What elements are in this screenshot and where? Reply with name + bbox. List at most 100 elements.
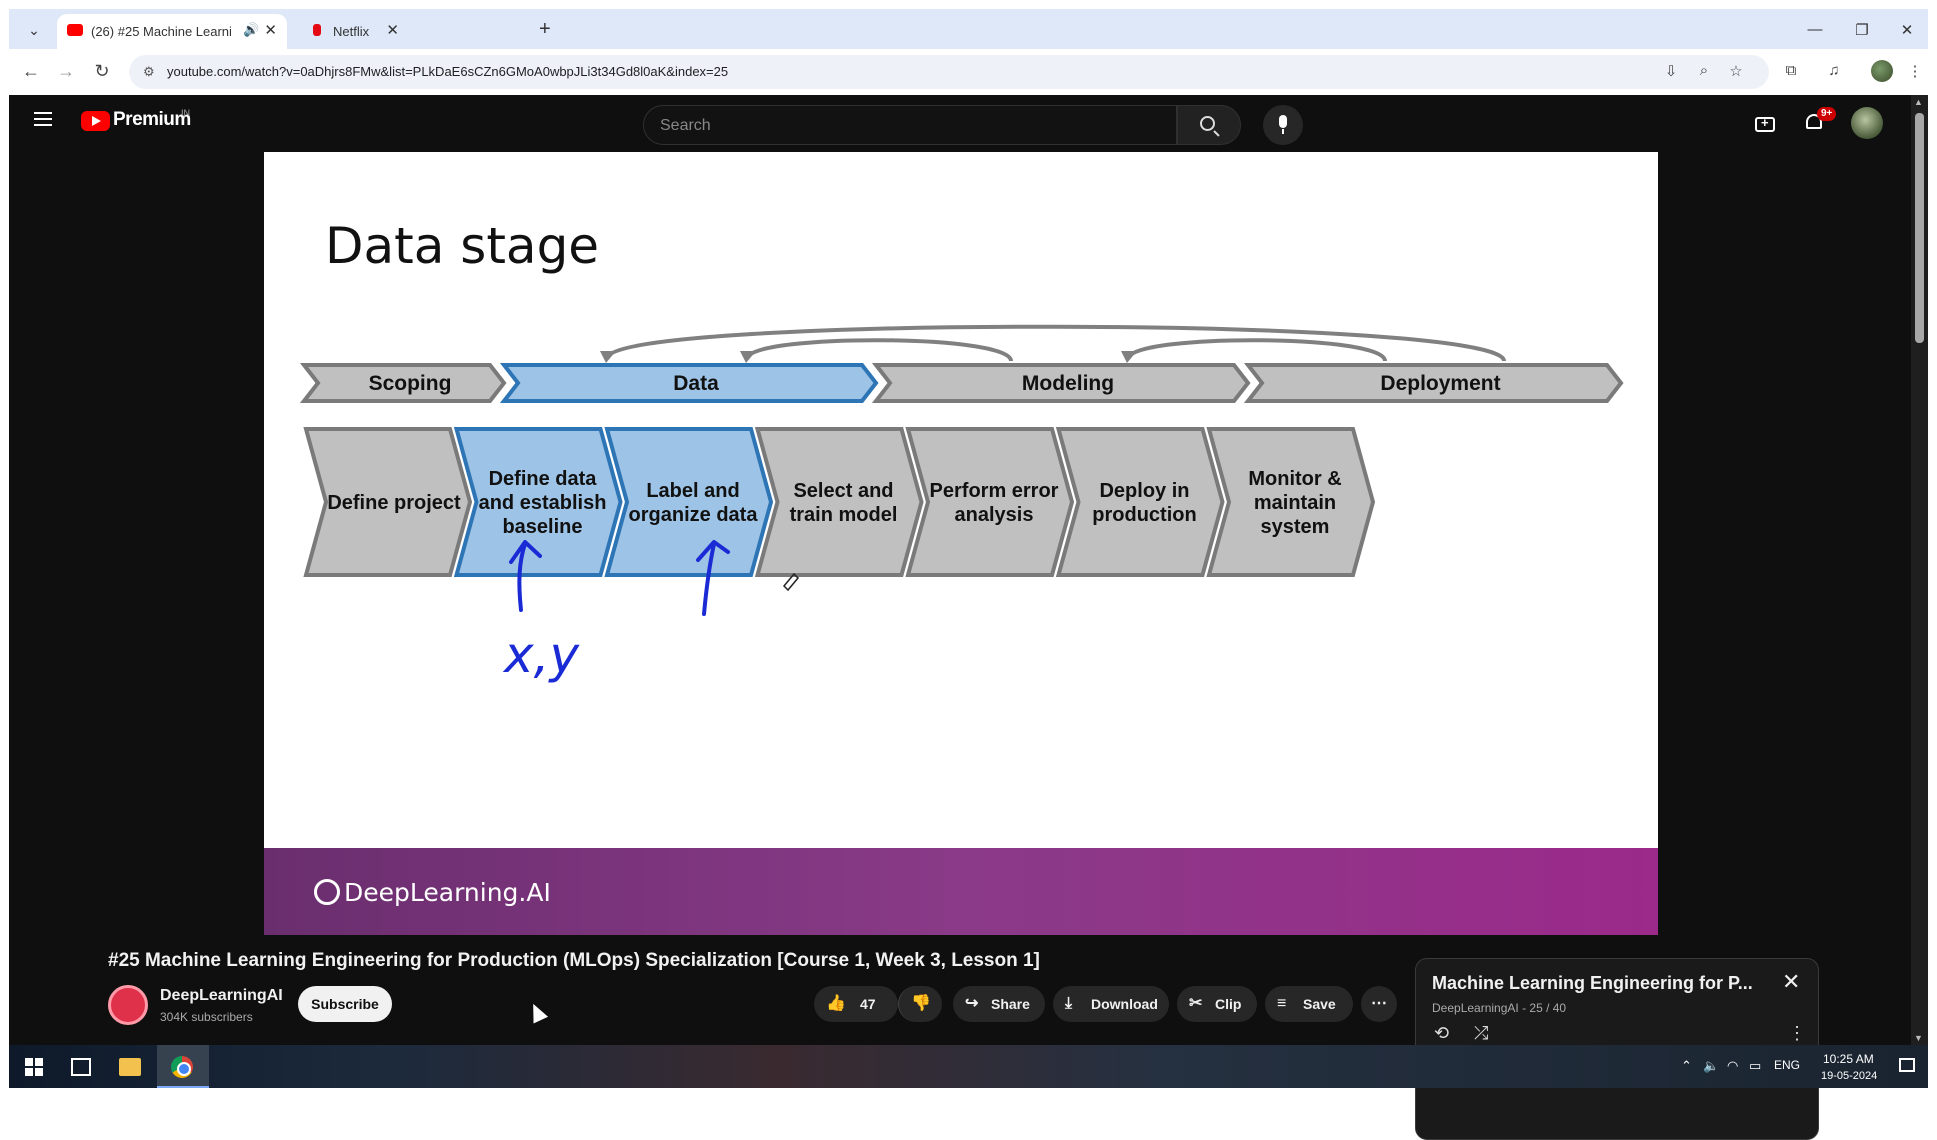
- search-icon: [1200, 116, 1215, 131]
- tab-search-chevron-icon[interactable]: ⌄: [23, 19, 45, 41]
- forward-icon[interactable]: →: [56, 61, 76, 81]
- new-tab-button[interactable]: +: [539, 19, 551, 39]
- search-placeholder: Search: [660, 117, 711, 134]
- voice-search-button[interactable]: [1263, 105, 1303, 145]
- minimize-icon[interactable]: —: [1805, 21, 1825, 38]
- step-label: Define project: [327, 492, 461, 514]
- tab-title: Netflix: [333, 24, 370, 39]
- zoom-icon[interactable]: ⌕: [1694, 62, 1714, 79]
- step-label: maintain: [1254, 492, 1336, 514]
- wifi-icon[interactable]: ◠: [1727, 1058, 1738, 1074]
- country-code: IN: [181, 108, 190, 118]
- address-bar[interactable]: ⚙ youtube.com/watch?v=0aDhjrs8FMw&list=P…: [129, 55, 1769, 89]
- save-label: Save: [1303, 996, 1336, 1012]
- feedback-arrow: [746, 338, 1013, 362]
- feedback-arrowhead: [600, 351, 616, 363]
- playlist-meta: DeepLearningAI - 25 / 40: [1432, 1001, 1567, 1015]
- site-info-icon[interactable]: ⚙: [143, 64, 155, 80]
- dislike-button[interactable]: 👎: [898, 986, 942, 1022]
- mic-icon: [1279, 115, 1287, 134]
- step-label: Monitor &: [1248, 468, 1341, 490]
- channel-avatar[interactable]: [108, 985, 148, 1025]
- step-label: analysis: [955, 504, 1034, 526]
- install-icon[interactable]: ⇩: [1661, 62, 1681, 80]
- step-label: system: [1261, 516, 1330, 538]
- feedback-arrow: [1127, 338, 1387, 362]
- bookmark-star-icon[interactable]: ☆: [1726, 62, 1746, 80]
- task-view-icon[interactable]: [71, 1058, 91, 1076]
- tray-chevron-icon[interactable]: ⌃: [1681, 1058, 1692, 1074]
- youtube-logo-icon[interactable]: [81, 111, 110, 131]
- feedback-arrow: [606, 324, 1506, 362]
- share-button[interactable]: ↪ Share: [953, 986, 1045, 1022]
- step-label: Select and: [793, 480, 893, 502]
- tab-youtube[interactable]: (26) #25 Machine Learning 🔊 ✕: [57, 14, 287, 49]
- step-label: Deploy in: [1099, 480, 1189, 502]
- download-label: Download: [1091, 996, 1158, 1012]
- clock-time[interactable]: 10:25 AM: [1823, 1052, 1874, 1066]
- video-player[interactable]: Data stage Scoping Data Modeling Deployment…: [264, 152, 1658, 935]
- feedback-arrowhead: [1121, 351, 1137, 363]
- notification-center-icon[interactable]: [1899, 1058, 1915, 1072]
- windows-start-icon[interactable]: [25, 1058, 43, 1076]
- thumbs-up-icon: 👍: [826, 995, 846, 1012]
- speaker-icon[interactable]: 🔊: [243, 22, 259, 38]
- search-input[interactable]: Search: [643, 105, 1177, 145]
- playlist-title[interactable]: Machine Learning Engineering for P...: [1432, 973, 1762, 994]
- step-chevron: [604, 427, 774, 577]
- scissors-icon: ✂: [1189, 995, 1203, 1012]
- close-window-icon[interactable]: ✕: [1897, 21, 1917, 39]
- loop-icon[interactable]: ⟲: [1434, 1023, 1449, 1044]
- netflix-icon: [313, 24, 321, 36]
- close-tab-icon[interactable]: ✕: [264, 21, 277, 39]
- restore-icon[interactable]: ❐: [1852, 21, 1872, 39]
- more-vertical-icon[interactable]: ⋮: [1788, 1023, 1806, 1044]
- reload-icon[interactable]: ↻: [92, 61, 112, 81]
- phase-label: Deployment: [1380, 372, 1500, 395]
- windows-taskbar: ⌃ 🔈 ◠ ▭ ENG 10:25 AM 19-05-2024: [9, 1045, 1928, 1088]
- url-text[interactable]: youtube.com/watch?v=0aDhjrs8FMw&list=PLk…: [167, 64, 728, 79]
- user-avatar[interactable]: [1851, 107, 1883, 139]
- more-actions-button[interactable]: ⋯: [1361, 986, 1397, 1022]
- step-label: Perform error: [930, 480, 1059, 502]
- close-tab-icon[interactable]: ✕: [386, 21, 399, 39]
- subscribe-button[interactable]: Subscribe: [298, 986, 392, 1022]
- footer-brand: DeepLearning.AI: [344, 878, 551, 907]
- file-explorer-icon[interactable]: [119, 1058, 141, 1076]
- back-icon[interactable]: ←: [21, 61, 41, 81]
- step-label: train model: [790, 504, 898, 526]
- download-button[interactable]: ⤓ Download: [1053, 986, 1169, 1022]
- language-indicator[interactable]: ENG: [1774, 1058, 1800, 1072]
- chrome-icon[interactable]: [171, 1056, 193, 1078]
- channel-name[interactable]: DeepLearningAI: [160, 987, 283, 1005]
- clock-date[interactable]: 19-05-2024: [1821, 1070, 1877, 1082]
- playlist-add-icon: ≡: [1277, 995, 1287, 1012]
- media-control-icon[interactable]: ♫: [1824, 62, 1844, 79]
- menu-icon[interactable]: [34, 112, 52, 126]
- profile-avatar[interactable]: [1871, 60, 1893, 82]
- tab-netflix[interactable]: Netflix ✕: [299, 14, 529, 49]
- step-label: production: [1092, 504, 1196, 526]
- scroll-down-icon[interactable]: ▼: [1914, 1033, 1923, 1043]
- close-playlist-icon[interactable]: ✕: [1782, 969, 1800, 995]
- search-button[interactable]: [1177, 105, 1241, 145]
- scroll-up-icon[interactable]: ▲: [1914, 97, 1923, 107]
- page-scrollbar[interactable]: ▲ ▼: [1911, 95, 1928, 1045]
- volume-icon[interactable]: 🔈: [1703, 1058, 1719, 1074]
- premium-logo[interactable]: Premium: [113, 109, 191, 131]
- clip-button[interactable]: ✂ Clip: [1177, 986, 1257, 1022]
- step-label: organize data: [629, 504, 759, 526]
- like-count: 47: [860, 996, 876, 1012]
- chrome-menu-icon[interactable]: ⋮: [1905, 62, 1925, 80]
- shuffle-icon[interactable]: ⤮: [1474, 1023, 1488, 1044]
- like-button[interactable]: 👍 47: [814, 986, 898, 1022]
- extensions-icon[interactable]: ⧉: [1781, 62, 1801, 79]
- save-button[interactable]: ≡ Save: [1265, 986, 1353, 1022]
- scrollbar-thumb[interactable]: [1915, 113, 1924, 343]
- step-chevron: [754, 427, 924, 577]
- handwritten-xy: x,y: [502, 626, 580, 684]
- slide-footer: DeepLearning.AI: [264, 848, 1658, 935]
- subscriber-count: 304K subscribers: [160, 1010, 253, 1024]
- battery-icon[interactable]: ▭: [1749, 1058, 1761, 1074]
- create-icon[interactable]: [1755, 115, 1775, 132]
